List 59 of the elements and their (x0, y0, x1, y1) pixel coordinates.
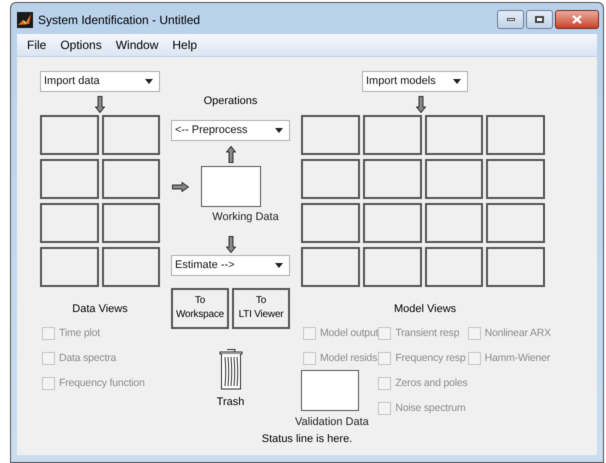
model-slot[interactable] (486, 246, 545, 286)
dropdown[interactable]: Estimate --> (171, 254, 290, 276)
model-slot[interactable] (301, 246, 360, 286)
section-title: Operations (202, 94, 258, 108)
model-slot[interactable] (424, 114, 484, 154)
validation-data-slot[interactable] (301, 370, 359, 411)
model-slot[interactable] (362, 202, 422, 242)
close-button[interactable] (555, 10, 599, 30)
maximize-button[interactable] (526, 10, 553, 30)
dropdown-caret-icon (453, 78, 461, 84)
model-slot[interactable] (486, 202, 545, 242)
model-slot[interactable] (362, 246, 422, 286)
slot-label: Validation Data (295, 415, 370, 430)
model-slot[interactable] (486, 114, 545, 154)
action-button[interactable]: To LTI Viewer (232, 288, 290, 328)
data-slot[interactable] (40, 202, 98, 242)
window-title: System Identification - Untitled (38, 12, 200, 29)
model-slot[interactable] (424, 158, 484, 198)
model-slot[interactable] (424, 202, 484, 242)
menu-item[interactable]: Options (54, 36, 108, 54)
dropdown[interactable]: Import models (362, 70, 468, 92)
model-slot[interactable] (486, 158, 545, 198)
model-slot[interactable] (362, 114, 422, 154)
dropdown-caret-icon (275, 128, 283, 133)
close-icon (572, 15, 582, 24)
model-slot[interactable] (424, 246, 484, 286)
data-slot[interactable] (102, 202, 160, 242)
app-logo-icon (17, 12, 33, 28)
minimize-button[interactable] (497, 10, 524, 30)
dropdown[interactable]: <-- Preprocess (171, 120, 290, 141)
menu-item[interactable]: File (21, 36, 52, 54)
menu-item[interactable]: Help (166, 36, 204, 54)
menu-item[interactable]: Window (110, 36, 164, 54)
trash-icon[interactable] (218, 348, 242, 390)
down-arrow-icon (226, 236, 236, 252)
model-slot[interactable] (362, 158, 422, 198)
dropdown-caret-icon (145, 78, 153, 84)
data-slot[interactable] (102, 158, 160, 198)
model-slot[interactable] (301, 158, 360, 198)
model-slot[interactable] (301, 202, 360, 242)
data-slot[interactable] (40, 114, 98, 154)
data-slot[interactable] (102, 246, 160, 286)
dropdown-caret-icon (275, 262, 283, 268)
down-arrow-icon (95, 96, 105, 112)
trash-label: Trash (216, 394, 244, 410)
data-slot[interactable] (40, 158, 98, 198)
status-line: Status line is here. (262, 432, 352, 446)
model-slot[interactable] (301, 114, 360, 154)
slot-label: Working Data (211, 210, 280, 225)
down-arrow-icon (416, 96, 426, 112)
up-arrow-icon (226, 146, 236, 163)
right-arrow-icon (172, 182, 189, 192)
working-data-slot[interactable] (201, 166, 261, 207)
data-slot[interactable] (102, 114, 160, 154)
action-button[interactable]: To Workspace (171, 288, 229, 328)
section-title: Model Views (393, 302, 458, 316)
data-slot[interactable] (40, 246, 98, 286)
dropdown[interactable]: Import data (40, 70, 160, 92)
section-title: Data Views (71, 302, 129, 316)
